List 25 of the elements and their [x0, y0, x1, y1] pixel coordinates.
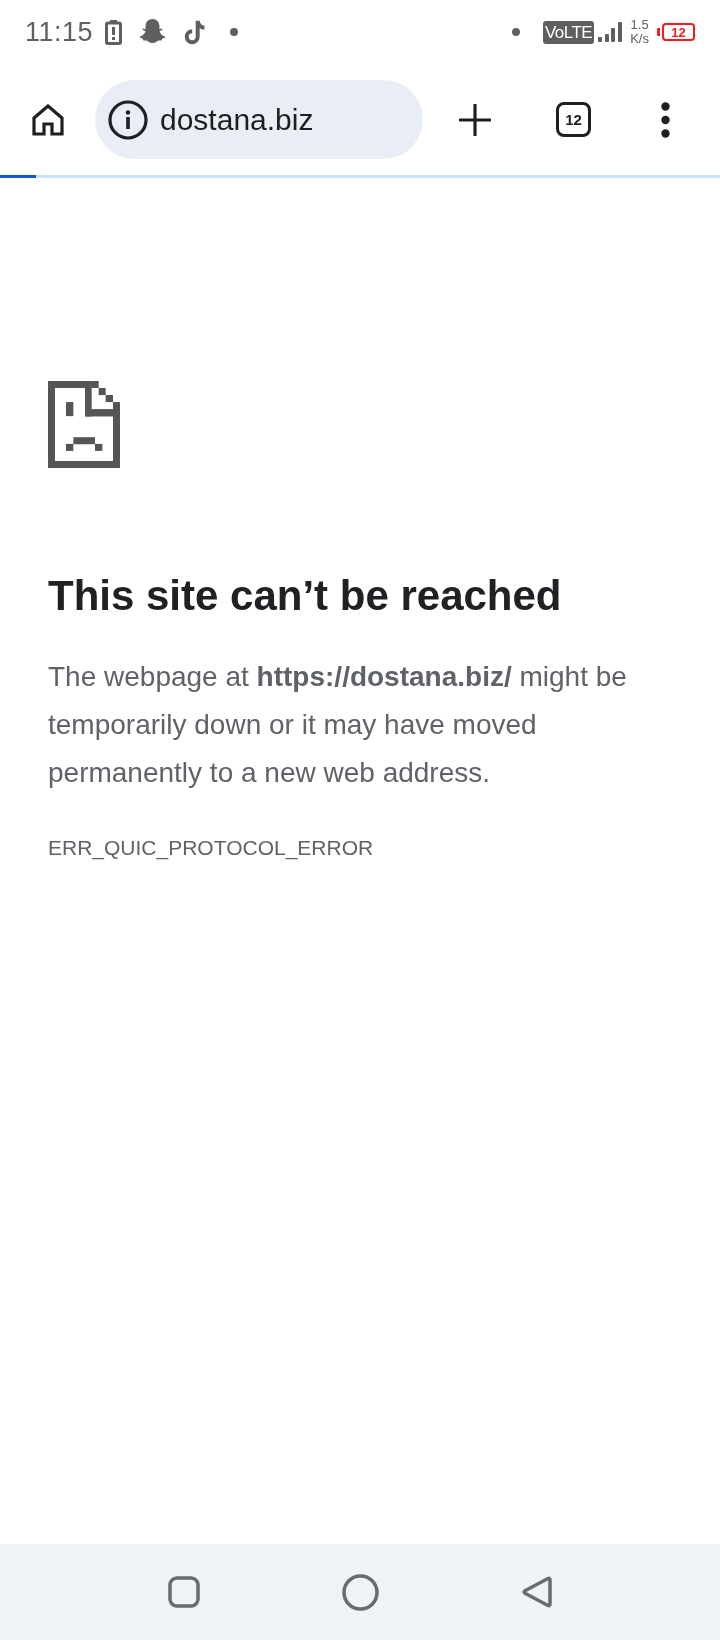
home-icon	[32, 103, 64, 136]
address-bar[interactable]: dostana.biz	[95, 80, 423, 159]
home-nav-button[interactable]	[340, 1572, 380, 1612]
triangle-icon	[520, 1575, 552, 1609]
network-speed-unit: K/s	[630, 32, 649, 46]
volte-badge: VoLTE	[542, 20, 595, 44]
error-message: The webpage at https://dostana.biz/ might be temporarily down or it may have moved permanently to a new web address.	[48, 660, 628, 790]
clock-time: 11:15	[25, 18, 94, 46]
more-options-icon	[660, 101, 670, 138]
error-code: ERR_QUIC_PROTOCOL_ERROR	[48, 835, 375, 862]
tab-switcher-button[interactable]: 12	[556, 102, 591, 137]
notification-dot-icon	[230, 28, 239, 36]
info-icon[interactable]	[108, 99, 148, 140]
signal-icon	[598, 22, 623, 42]
url-text: dostana.biz	[160, 104, 314, 135]
notification-dot-icon	[511, 28, 520, 36]
plus-icon	[459, 103, 491, 136]
battery-indicator: 12	[657, 23, 695, 41]
circle-icon	[341, 1573, 379, 1611]
error-title: This site can’t be reached	[48, 571, 563, 621]
sad-page-icon	[48, 381, 120, 468]
battery-alert-icon	[105, 19, 123, 45]
network-speed-value: 1.5	[630, 18, 649, 32]
square-icon	[168, 1576, 200, 1608]
ghost-icon	[138, 18, 168, 46]
